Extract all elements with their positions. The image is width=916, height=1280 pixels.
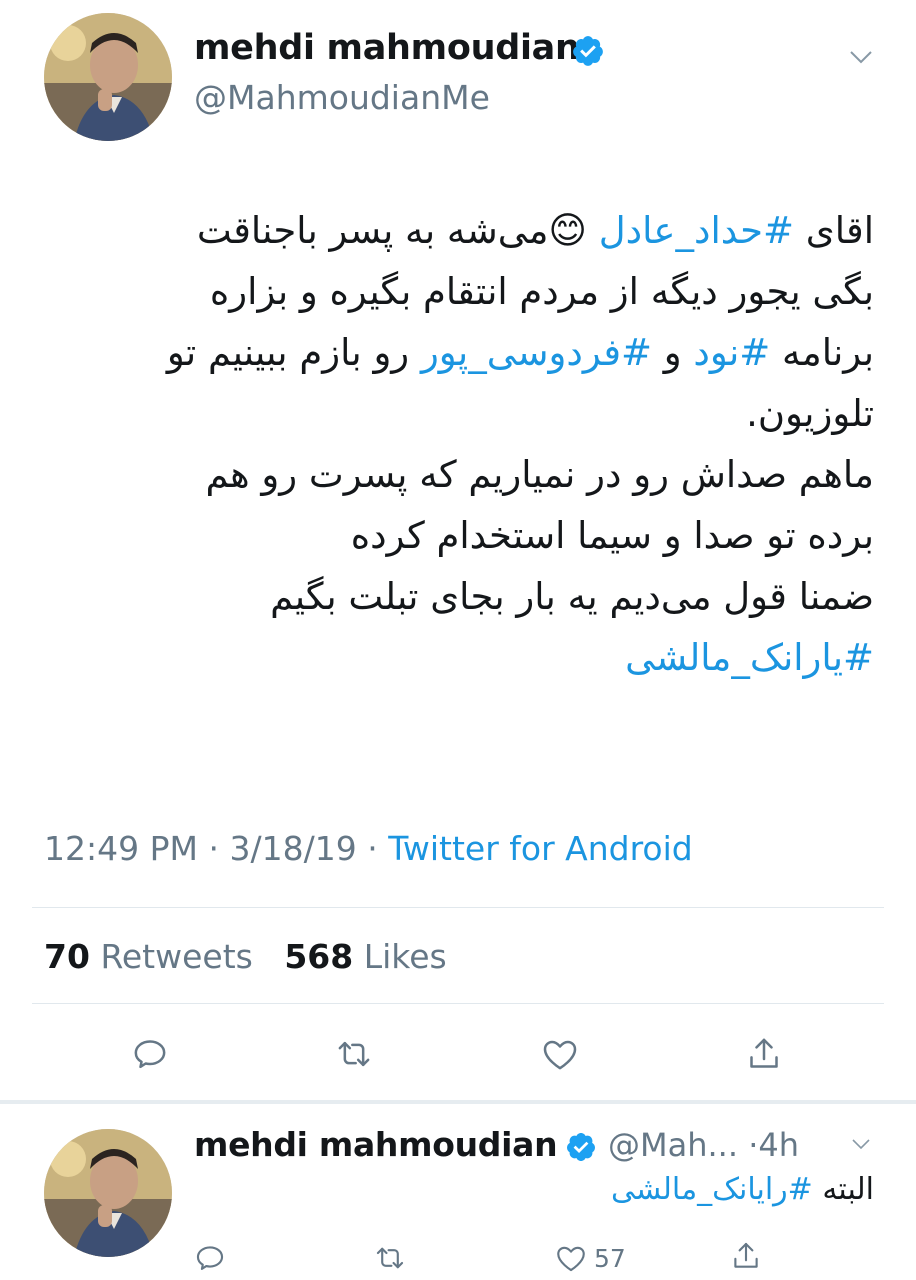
- likes-label: Likes: [363, 937, 447, 976]
- section-divider: [0, 1100, 916, 1104]
- hashtag-link[interactable]: #یارانک_مالشی: [625, 636, 874, 679]
- retweets-stat[interactable]: 70 Retweets: [44, 937, 253, 976]
- tweet-text-segment: و: [652, 331, 694, 374]
- reply-meta: @Mah... ·4h: [608, 1126, 799, 1164]
- tweet-stats: 70 Retweets 568 Likes: [44, 937, 447, 976]
- tweet-text-segment: بگی یجور دیگه از مردم انتقام بگیره و بزا…: [209, 270, 874, 313]
- retweet-icon[interactable]: [330, 1030, 378, 1078]
- share-icon[interactable]: [726, 1236, 766, 1276]
- author-handle[interactable]: @MahmoudianMe: [194, 78, 490, 117]
- reply-author-avatar[interactable]: [44, 1129, 172, 1257]
- tweet-text-segment: تلوزیون.: [746, 392, 874, 435]
- tweet-text-segment: می‌شه به پسر باجناقت: [196, 209, 549, 252]
- verified-badge-icon: [571, 34, 605, 68]
- retweets-label: Retweets: [100, 937, 253, 976]
- likes-stat[interactable]: 568 Likes: [284, 937, 446, 976]
- reply-icon[interactable]: [126, 1030, 174, 1078]
- avatar-photo: [44, 13, 172, 141]
- meta-separator: ·: [208, 829, 219, 868]
- heart-icon[interactable]: [551, 1238, 591, 1278]
- tweet-text-line: ضمنا قول می‌دیم یه بار بجای تبلت بگیم: [40, 566, 874, 627]
- tweet-meta: 12:49 PM · 3/18/19 · Twitter for Android: [44, 829, 693, 868]
- chevron-down-icon[interactable]: [842, 42, 880, 72]
- tweet-text-segment: 😊: [548, 209, 599, 252]
- meta-separator: ·: [367, 829, 378, 868]
- tweet-text-line: ماهم صداش رو در نمیاریم که پسرت رو هم: [40, 444, 874, 505]
- tweet-text-segment: رو بازم ببینیم تو: [166, 331, 421, 374]
- reply-text-plain: البته: [812, 1172, 874, 1207]
- tweet-text-line: برنامه #نود و #فردوسی_پور رو بازم ببینیم…: [40, 322, 874, 383]
- retweets-count: 70: [44, 937, 90, 976]
- share-icon[interactable]: [740, 1030, 788, 1078]
- tweet-text-line: برده تو صدا و سیما استخدام کرده: [40, 505, 874, 566]
- hashtag-link[interactable]: #حداد_عادل: [599, 209, 794, 252]
- tweet-text-line: بگی یجور دیگه از مردم انتقام بگیره و بزا…: [40, 261, 874, 322]
- tweet-source-link[interactable]: Twitter for Android: [388, 829, 693, 868]
- likes-count: 568: [284, 937, 354, 976]
- reply-icon[interactable]: [190, 1238, 230, 1278]
- tweet-time: 12:49 PM: [44, 829, 198, 868]
- tweet-text-segment: اقای: [794, 209, 874, 252]
- heart-icon[interactable]: [536, 1030, 584, 1078]
- tweet-date: 3/18/19: [229, 829, 357, 868]
- tweet-text-segment: برده تو صدا و سیما استخدام کرده: [350, 514, 874, 557]
- tweet-text-segment: ماهم صداش رو در نمیاریم که پسرت رو هم: [205, 453, 874, 496]
- author-avatar[interactable]: [44, 13, 172, 141]
- hashtag-link[interactable]: #نود: [693, 331, 770, 374]
- reply-like-count: 57: [594, 1244, 626, 1273]
- verified-badge-icon: [565, 1131, 597, 1163]
- reply-author-name[interactable]: mehdi mahmoudian: [194, 1125, 558, 1164]
- avatar-photo: [44, 1129, 172, 1257]
- divider: [32, 907, 884, 908]
- tweet-text-segment: ضمنا قول می‌دیم یه بار بجای تبلت بگیم: [270, 575, 874, 618]
- meta-separator: ·: [748, 1126, 759, 1164]
- tweet-text-line: #یارانک_مالشی: [40, 627, 874, 688]
- reply-text: البته #رایانک_مالشی: [300, 1172, 874, 1207]
- tweet-text-line: اقای #حداد_عادل 😊می‌شه به پسر باجناقت: [40, 200, 874, 261]
- retweet-icon[interactable]: [370, 1238, 410, 1278]
- tweet-text-line: تلوزیون.: [40, 383, 874, 444]
- reply-author-handle[interactable]: @Mah...: [608, 1126, 738, 1164]
- divider: [32, 1003, 884, 1004]
- author-name[interactable]: mehdi mahmoudian: [194, 28, 580, 68]
- reply-hashtag[interactable]: #رایانک_مالشی: [611, 1172, 813, 1207]
- hashtag-link[interactable]: #فردوسی_پور: [421, 331, 652, 374]
- chevron-down-icon[interactable]: [846, 1130, 876, 1158]
- reply-time: 4h: [758, 1126, 799, 1164]
- tweet-text-segment: برنامه: [770, 331, 874, 374]
- tweet-text: اقای #حداد_عادل 😊می‌شه به پسر باجناقت بگی…: [40, 200, 874, 688]
